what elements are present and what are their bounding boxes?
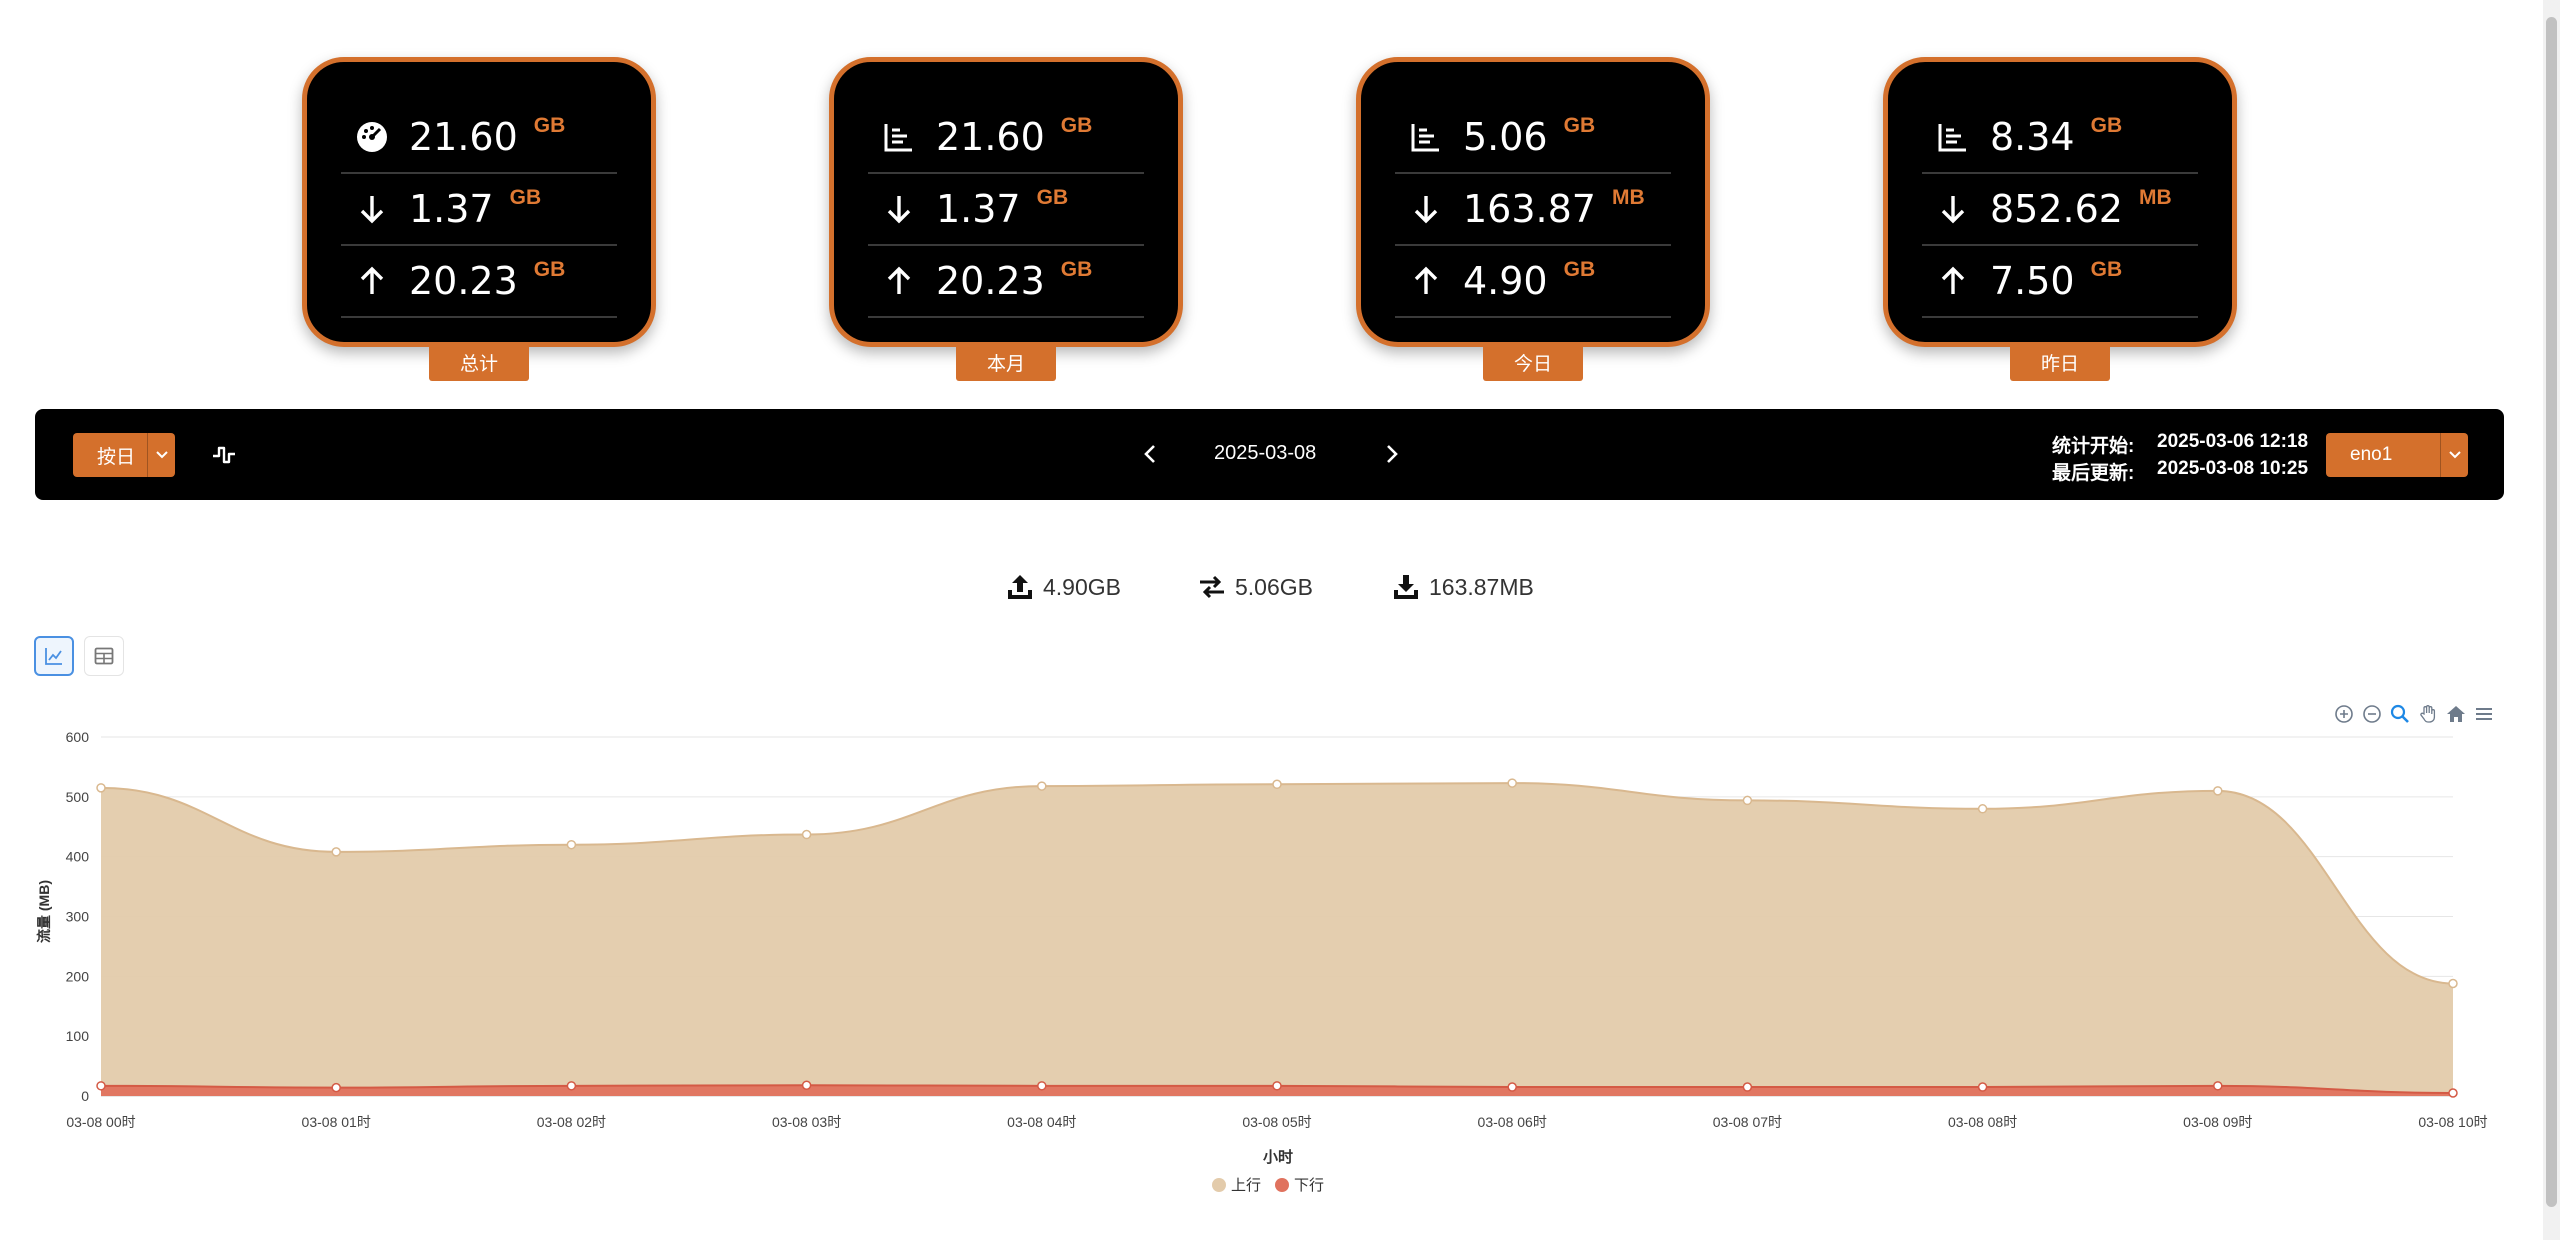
x-tick-label: 03-08 00时 [66, 1114, 135, 1130]
data-point [801, 829, 812, 840]
data-point [1507, 1082, 1517, 1092]
legend-marker-down [1275, 1177, 1290, 1192]
y-axis-title: 流量 (MB) [36, 880, 52, 943]
y-tick-label: 300 [66, 909, 90, 925]
series-area-up [101, 783, 2453, 1096]
y-tick-label: 0 [81, 1088, 89, 1104]
y-tick-label: 200 [66, 968, 90, 984]
data-point [2213, 1081, 2223, 1091]
y-tick-label: 500 [66, 789, 90, 805]
pan-hand-icon[interactable] [2418, 704, 2438, 724]
x-tick-label: 03-08 02时 [537, 1114, 606, 1130]
page-scrollbar[interactable] [2543, 0, 2560, 1240]
selection-zoom-icon[interactable] [2390, 704, 2410, 724]
x-tick-label: 03-08 04时 [1007, 1114, 1076, 1130]
legend-item-down[interactable]: 下行 [1275, 1174, 1324, 1195]
y-tick-label: 100 [66, 1028, 90, 1044]
legend-label-down: 下行 [1294, 1177, 1325, 1194]
x-tick-label: 03-08 07时 [1713, 1114, 1782, 1130]
data-point [1272, 1081, 1282, 1091]
traffic-chart: 0 100 200 300 400 500 600 03-08 00时 03-08 01时 03-… [36, 729, 2488, 1166]
menu-icon[interactable] [2474, 704, 2494, 724]
x-tick-label: 03-08 08时 [1948, 1114, 2017, 1130]
x-tick-label: 03-08 01时 [302, 1114, 371, 1130]
x-tick-label: 03-08 03时 [772, 1114, 841, 1130]
y-tick-label: 600 [66, 729, 90, 745]
data-point [1977, 804, 1988, 814]
x-tick-label: 03-08 06时 [1478, 1114, 1547, 1130]
chart-legend: 上行 下行 [1212, 1174, 1324, 1195]
data-point [1977, 1082, 1988, 1092]
data-point [1037, 1081, 1047, 1091]
x-axis-title: 小时 [1263, 1149, 1293, 1166]
data-point [566, 839, 577, 850]
legend-label-up: 上行 [1231, 1177, 1262, 1194]
data-point [2448, 1088, 2458, 1098]
scrollbar-thumb[interactable] [2546, 17, 2557, 1207]
data-point [2213, 786, 2223, 796]
data-point [1507, 778, 1517, 788]
x-tick-label: 03-08 09时 [2183, 1114, 2252, 1130]
y-tick-label: 400 [66, 849, 90, 865]
x-tick-label: 03-08 05时 [1242, 1114, 1311, 1130]
reset-home-icon[interactable] [2446, 704, 2466, 724]
data-point [331, 1082, 341, 1093]
data-point [566, 1081, 577, 1091]
x-tick-label: 03-08 10时 [2418, 1114, 2487, 1130]
zoom-in-icon[interactable] [2334, 704, 2354, 724]
data-point [2448, 978, 2458, 989]
data-point [1037, 781, 1047, 791]
data-point [1272, 779, 1282, 790]
data-point [1742, 795, 1753, 806]
zoom-out-icon[interactable] [2362, 704, 2382, 724]
chart-toolbox [2334, 704, 2494, 724]
legend-marker-up [1212, 1177, 1226, 1192]
data-point [801, 1080, 812, 1090]
data-point [96, 1081, 106, 1091]
data-point [96, 783, 106, 793]
data-point [331, 847, 341, 857]
data-point [1742, 1082, 1753, 1092]
legend-item-up[interactable]: 上行 [1212, 1174, 1261, 1195]
